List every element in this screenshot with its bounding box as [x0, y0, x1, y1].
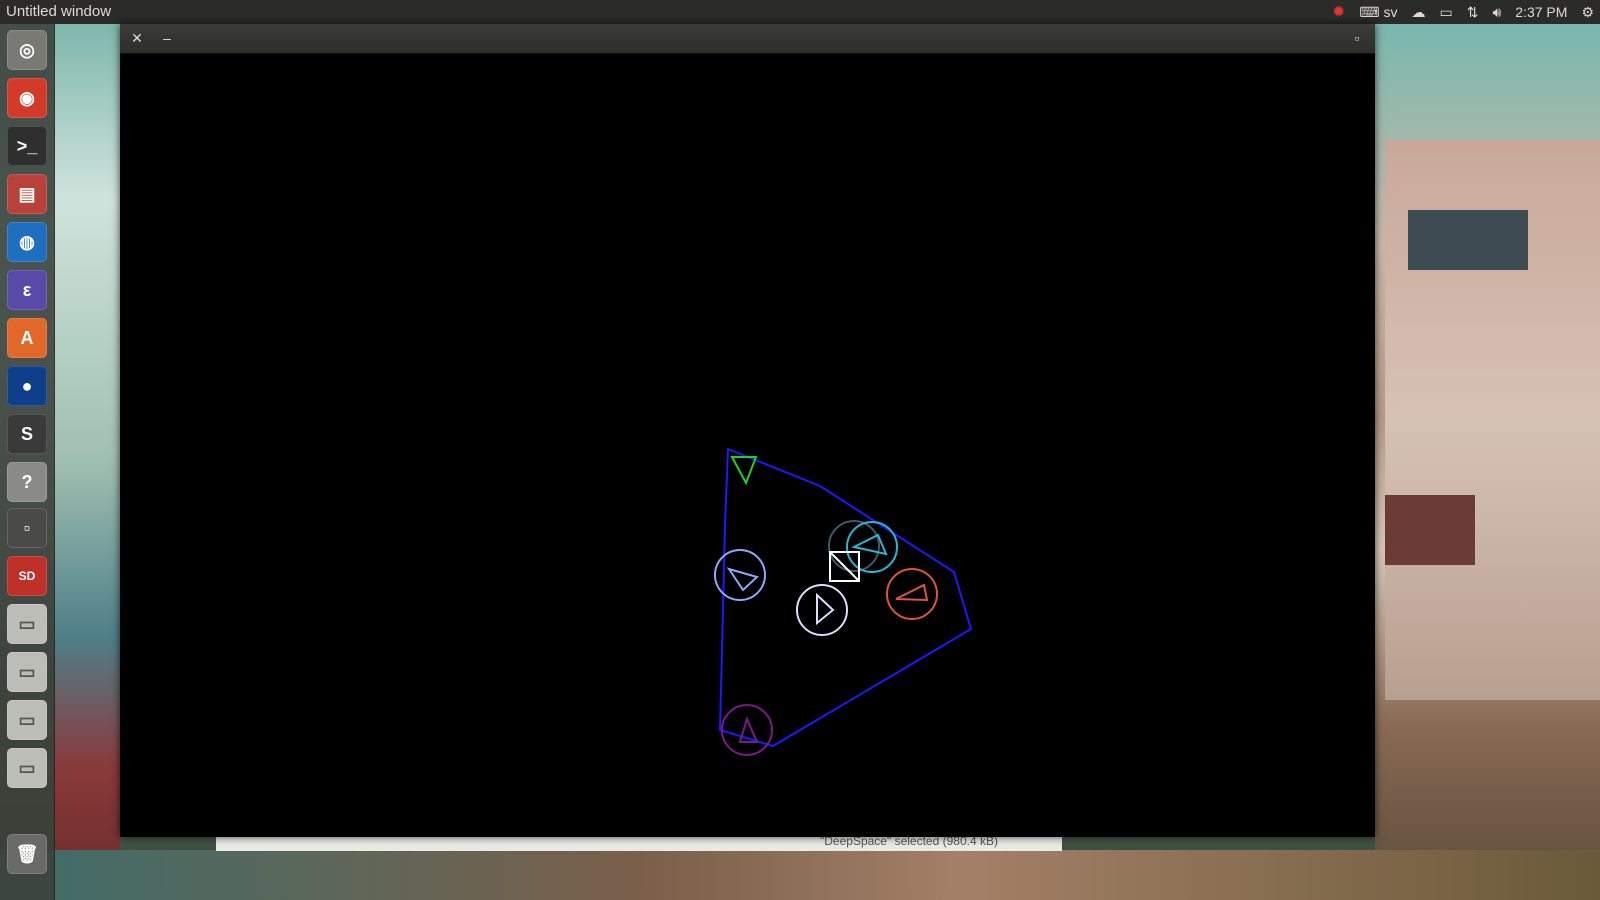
emacs-icon: ε: [22, 279, 32, 300]
wallpaper-window: [1408, 210, 1528, 270]
launcher-item-chrome[interactable]: ◉: [7, 78, 47, 118]
app-window: ✕ – ▫: [120, 24, 1375, 837]
keyboard-layout-label: sv: [1383, 4, 1398, 20]
update-alert-icon[interactable]: ✹: [1332, 2, 1345, 22]
indicator-area: ✹ ⌨ sv ☁ ▭ ⇅ 🔊︎ 2:37 PM ⚙: [1332, 0, 1594, 24]
keyboard-indicator[interactable]: ⌨ sv: [1359, 4, 1397, 21]
launcher-item-help[interactable]: ?: [7, 462, 47, 502]
green-ship: [730, 456, 758, 486]
game-canvas[interactable]: [120, 53, 1375, 837]
target-box: [829, 551, 860, 582]
minimize-icon[interactable]: –: [159, 30, 175, 46]
launcher-item-drive-3[interactable]: ▭: [7, 700, 47, 740]
white-ship: [796, 584, 848, 636]
top-panel: Untitled window ✹ ⌨ sv ☁ ▭ ⇅ 🔊︎ 2:37 PM …: [0, 0, 1600, 24]
purple-ship: [721, 704, 773, 756]
launcher-item-drive-1[interactable]: ▭: [7, 604, 47, 644]
launcher-item-earth[interactable]: ●: [7, 366, 47, 406]
launcher-item-dash-home[interactable]: ◎: [7, 30, 47, 70]
drive-icon: ▭: [18, 709, 36, 730]
earth-icon: ●: [21, 375, 33, 396]
battery-icon[interactable]: ▭: [1440, 4, 1453, 21]
drive-icon: ▭: [18, 661, 36, 682]
chrome-icon: ◉: [19, 87, 35, 108]
formation-boundary: [718, 447, 973, 748]
shopping-bag-icon: A: [20, 327, 34, 348]
launcher-item-web-browser[interactable]: ◍: [7, 222, 47, 262]
wallpaper-deck: [0, 850, 1600, 900]
globe-icon: ◍: [19, 231, 35, 252]
close-icon[interactable]: ✕: [129, 30, 145, 46]
launcher-item-software-center[interactable]: A: [7, 318, 47, 358]
keyboard-icon: ⌨: [1359, 3, 1380, 20]
maximize-icon[interactable]: ▫: [1349, 30, 1365, 46]
cloud-icon[interactable]: ☁: [1412, 4, 1426, 21]
trash-icon: 🗑︎: [15, 843, 39, 864]
blue-ship: [714, 549, 766, 601]
ubuntu-logo-icon: ◎: [19, 39, 35, 60]
launcher: ◎ ◉ >_ ▤ ◍ ε A ● S? ▫ SD ▭ ▭ ▭ ▭ 🗑︎: [0, 24, 55, 900]
background-file-manager-statusbar: "DeepSpace" selected (980.4 kB): [216, 834, 1062, 851]
drive-icon: ▭: [18, 757, 36, 778]
launcher-item-emacs[interactable]: ε: [7, 270, 47, 310]
launcher-item-drive-4[interactable]: ▭: [7, 748, 47, 788]
game-scene: [714, 447, 973, 756]
wallpaper-window: [1385, 495, 1475, 565]
launcher-item-files[interactable]: ▤: [7, 174, 47, 214]
sublime-icon: S: [20, 423, 33, 444]
window-titlebar[interactable]: ✕ – ▫: [120, 24, 1375, 54]
volume-icon[interactable]: 🔊︎: [1492, 4, 1501, 21]
orange-ship: [886, 568, 938, 620]
launcher-item-trash[interactable]: 🗑︎: [7, 834, 47, 874]
window-title: Untitled window: [6, 3, 112, 20]
launcher-item-sd-card[interactable]: SD: [7, 556, 47, 596]
workspace-icon: ▫: [23, 517, 31, 538]
terminal-icon: >_: [16, 135, 38, 156]
gear-icon[interactable]: ⚙: [1581, 4, 1594, 21]
launcher-item-sublime-text[interactable]: S: [7, 414, 47, 454]
file-cabinet-icon: ▤: [18, 183, 36, 204]
launcher-item-drive-2[interactable]: ▭: [7, 652, 47, 692]
sd-card-icon: SD: [18, 569, 36, 583]
launcher-item-terminal[interactable]: >_: [7, 126, 47, 166]
wallpaper-left: [54, 24, 120, 900]
clock[interactable]: 2:37 PM: [1515, 4, 1567, 20]
help-icon: ?: [21, 471, 33, 492]
drive-icon: ▭: [18, 613, 36, 634]
launcher-item-workspace-switcher[interactable]: ▫: [7, 508, 47, 548]
network-icon[interactable]: ⇅: [1467, 4, 1479, 21]
